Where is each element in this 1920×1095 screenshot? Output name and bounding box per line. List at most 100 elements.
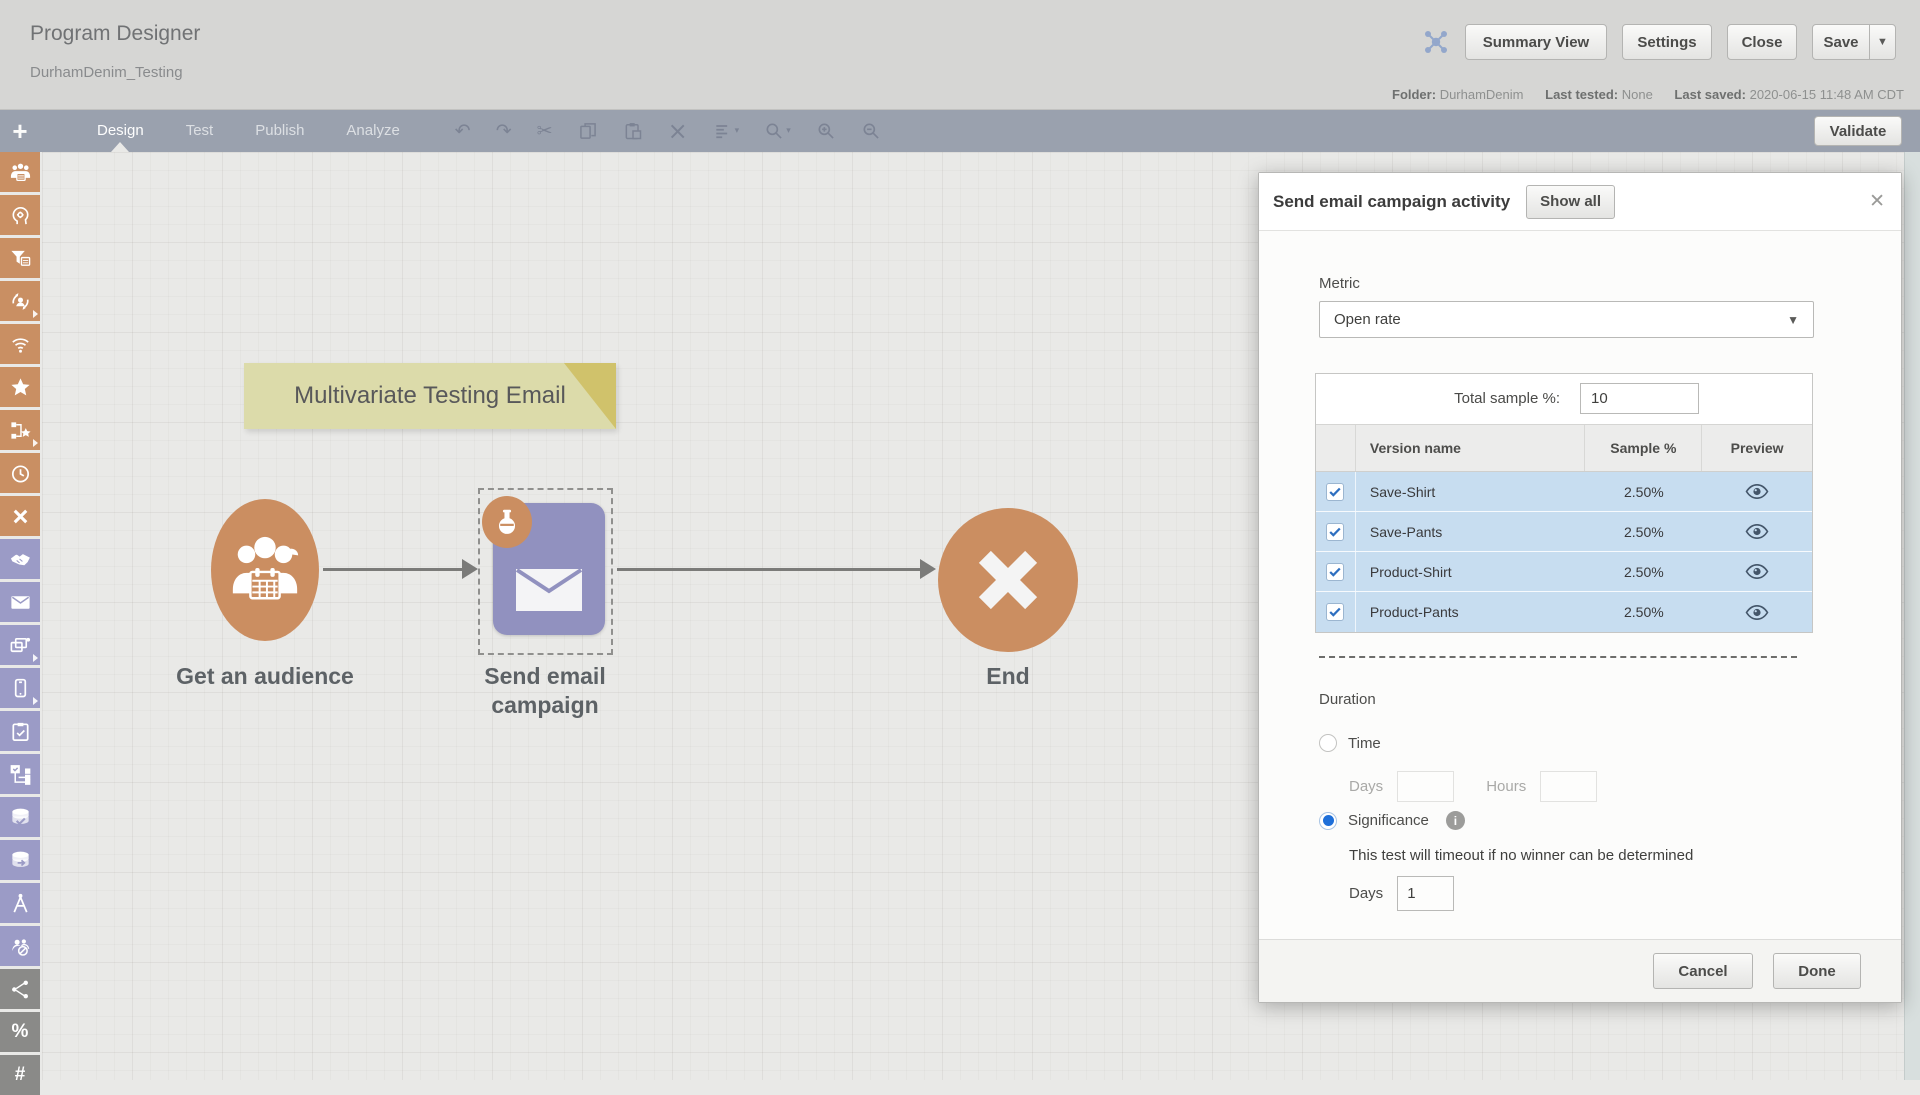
- page-title: Program Designer: [30, 22, 200, 46]
- zoom-icon[interactable]: ▾: [764, 121, 791, 141]
- show-all-button[interactable]: Show all: [1526, 185, 1615, 219]
- align-icon[interactable]: ▾: [713, 121, 740, 141]
- save-button[interactable]: Save: [1813, 25, 1869, 59]
- node-label-end: End: [898, 662, 1118, 691]
- tab-analyze[interactable]: Analyze: [325, 110, 420, 152]
- dropdown-caret-icon: ▼: [1787, 313, 1799, 327]
- time-inputs-row: Days Hours: [1349, 771, 1597, 802]
- test-flask-badge: [482, 496, 532, 548]
- done-button[interactable]: Done: [1773, 953, 1861, 989]
- row-checkbox[interactable]: [1326, 603, 1344, 621]
- tab-publish[interactable]: Publish: [234, 110, 325, 152]
- panel-header: Send email campaign activity Show all ✕: [1259, 173, 1901, 231]
- select-column-header: [1316, 425, 1356, 471]
- sample-percent-header: Sample %: [1585, 425, 1702, 471]
- preview-header: Preview: [1702, 425, 1812, 471]
- node-end[interactable]: [938, 508, 1078, 652]
- program-flow-icon[interactable]: [0, 410, 40, 450]
- app-header: Program Designer DurhamDenim_Testing Sum…: [0, 0, 1920, 110]
- engagement-icon[interactable]: [0, 539, 40, 579]
- hours-label: Hours: [1486, 778, 1526, 795]
- metric-select[interactable]: Open rate ▼: [1319, 301, 1814, 338]
- zoom-out-icon[interactable]: [861, 121, 881, 141]
- decision-tree-icon[interactable]: [0, 754, 40, 794]
- tab-test[interactable]: Test: [165, 110, 235, 152]
- send-email-campaign-activity-panel: Send email campaign activity Show all ✕ …: [1258, 172, 1902, 1003]
- delete-icon[interactable]: ×: [668, 119, 688, 143]
- update-audience-icon[interactable]: [0, 281, 40, 321]
- row-checkbox[interactable]: [1326, 483, 1344, 501]
- validate-button[interactable]: Validate: [1814, 116, 1902, 146]
- close-button[interactable]: Close: [1727, 24, 1797, 60]
- info-icon[interactable]: i: [1446, 811, 1465, 830]
- preview-eye-icon[interactable]: [1745, 524, 1769, 539]
- cut-icon[interactable]: ✂: [537, 122, 553, 141]
- zoom-in-icon[interactable]: [816, 121, 836, 141]
- panel-title: Send email campaign activity: [1273, 192, 1510, 212]
- days-label: Days: [1349, 778, 1383, 795]
- tools-icon[interactable]: [0, 883, 40, 923]
- row-checkbox[interactable]: [1326, 563, 1344, 581]
- program-map-icon[interactable]: [1420, 26, 1452, 58]
- save-split-button[interactable]: Save ▼: [1812, 24, 1896, 60]
- favorite-icon[interactable]: [0, 367, 40, 407]
- time-radio[interactable]: [1319, 734, 1337, 752]
- preview-eye-icon[interactable]: [1745, 564, 1769, 579]
- significance-days-input[interactable]: [1397, 876, 1454, 911]
- table-row: Product-Shirt 2.50%: [1316, 552, 1812, 592]
- tab-design[interactable]: Design: [76, 110, 165, 152]
- node-get-audience[interactable]: [211, 499, 319, 641]
- campaign-icon[interactable]: [0, 625, 40, 665]
- days-input[interactable]: [1397, 771, 1454, 802]
- table-row: Product-Pants 2.50%: [1316, 592, 1812, 632]
- close-icon[interactable]: ✕: [1869, 190, 1885, 213]
- share-icon[interactable]: [0, 969, 40, 1009]
- sample-percent-cell: 2.50%: [1585, 512, 1702, 551]
- metric-label: Metric: [1319, 275, 1360, 292]
- signal-icon[interactable]: [0, 324, 40, 364]
- canvas-scroll-track[interactable]: [1904, 152, 1920, 1080]
- data-export-icon[interactable]: [0, 840, 40, 880]
- audience-icon[interactable]: [0, 152, 40, 192]
- table-header-row: Version name Sample % Preview: [1316, 424, 1812, 472]
- undo-icon[interactable]: ↶: [455, 122, 471, 141]
- time-option-row: Time: [1319, 734, 1381, 752]
- row-checkbox[interactable]: [1326, 523, 1344, 541]
- data-check-icon[interactable]: [0, 797, 40, 837]
- filter-icon[interactable]: [0, 238, 40, 278]
- save-dropdown-caret-icon[interactable]: ▼: [1869, 25, 1895, 59]
- email-icon[interactable]: [0, 582, 40, 622]
- preview-eye-icon[interactable]: [1745, 605, 1769, 620]
- redo-icon[interactable]: ↷: [496, 122, 512, 141]
- total-sample-input[interactable]: [1580, 383, 1699, 414]
- significance-days-row: Days: [1349, 876, 1454, 911]
- cancel-button[interactable]: Cancel: [1653, 953, 1753, 989]
- edit-tools: ↶ ↷ ✂ × ▾ ▾: [455, 119, 881, 143]
- significance-radio[interactable]: [1319, 812, 1337, 830]
- significance-days-label: Days: [1349, 885, 1383, 902]
- summary-view-button[interactable]: Summary View: [1465, 24, 1607, 60]
- sample-percent-cell: 2.50%: [1585, 592, 1702, 632]
- decision-intelligence-icon[interactable]: [0, 195, 40, 235]
- suppress-audience-icon[interactable]: [0, 926, 40, 966]
- number-icon[interactable]: #: [0, 1055, 40, 1095]
- mode-tabs: Design Test Publish Analyze: [76, 110, 421, 152]
- hours-input[interactable]: [1540, 771, 1597, 802]
- end-step-icon[interactable]: [0, 496, 40, 536]
- paste-icon[interactable]: [623, 121, 643, 141]
- sticky-note[interactable]: Multivariate Testing Email: [244, 363, 616, 429]
- add-step-icon[interactable]: +: [0, 112, 40, 150]
- metric-value: Open rate: [1334, 311, 1401, 328]
- audience-calendar-icon: [227, 529, 303, 611]
- version-name-cell: Product-Pants: [1356, 592, 1586, 632]
- connector-arrowhead: [920, 559, 936, 579]
- preview-eye-icon[interactable]: [1745, 484, 1769, 499]
- checkbox-check-icon: [1328, 525, 1342, 539]
- mobile-icon[interactable]: [0, 668, 40, 708]
- settings-button[interactable]: Settings: [1622, 24, 1712, 60]
- envelope-icon: [513, 557, 585, 613]
- timer-icon[interactable]: [0, 453, 40, 493]
- percent-icon[interactable]: %: [0, 1012, 40, 1052]
- copy-icon[interactable]: [578, 121, 598, 141]
- tasks-icon[interactable]: [0, 711, 40, 751]
